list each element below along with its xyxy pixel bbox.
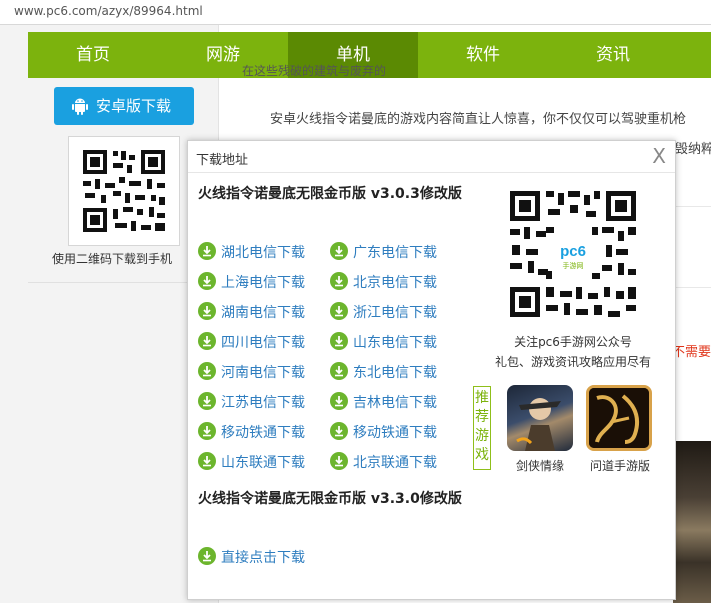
download-icon — [198, 392, 216, 410]
download-icon — [330, 362, 348, 380]
download-link-label: 东北电信下载 — [353, 365, 437, 381]
download-link-label: 河南电信下载 — [221, 365, 305, 381]
download-link-label: 北京联通下载 — [353, 455, 437, 471]
download-link[interactable]: 移动铁通下载 — [330, 422, 437, 444]
game-description: 安卓火线指令诺曼底的游戏内容简直让人惊喜，你不仅仅可以驾驶重机枪 — [270, 112, 687, 127]
download-icon — [330, 452, 348, 470]
dialog-title: 下载地址 — [196, 153, 249, 168]
download-icon — [198, 272, 216, 290]
download-icon — [198, 422, 216, 440]
download-link-label: 湖南电信下载 — [221, 305, 305, 321]
game-screenshot — [673, 441, 711, 603]
download-icon — [330, 302, 348, 320]
download-icon — [330, 422, 348, 440]
download-link[interactable]: 广东电信下载 — [330, 242, 437, 264]
sidebar-qr-code — [68, 136, 180, 246]
nav-item-software[interactable]: 软件 — [418, 32, 548, 78]
download-link[interactable]: 北京电信下载 — [330, 272, 437, 294]
download-icon — [198, 362, 216, 380]
content-divider — [675, 206, 711, 207]
game-name[interactable]: 问道手游版 — [580, 457, 660, 474]
download-link-label: 江苏电信下载 — [221, 395, 305, 411]
download-link-label: 吉林电信下载 — [353, 395, 437, 411]
download-link[interactable]: 江苏电信下载 — [198, 392, 305, 414]
download-icon — [198, 547, 216, 565]
download-link-label: 上海电信下载 — [221, 275, 305, 291]
download-link[interactable]: 移动铁通下载 — [198, 422, 305, 444]
download-link-label: 山东联通下载 — [221, 455, 305, 471]
download-link[interactable]: 山东电信下载 — [330, 332, 437, 354]
game-icon-jianxia[interactable] — [507, 385, 573, 451]
android-icon — [72, 98, 88, 115]
recommend-label: 推荐游戏 — [473, 386, 491, 470]
download-icon — [198, 452, 216, 470]
download-link[interactable]: 湖北电信下载 — [198, 242, 305, 264]
download-link[interactable]: 湖南电信下载 — [198, 302, 305, 324]
download-link[interactable]: 河南电信下载 — [198, 362, 305, 384]
download-link-label: 四川电信下载 — [221, 335, 305, 351]
download-link-label: 山东电信下载 — [353, 335, 437, 351]
version-title: 火线指令诺曼底无限金币版 v3.3.0修改版 — [198, 491, 462, 507]
android-download-label: 安卓版下载 — [96, 97, 172, 115]
browser-address-bar[interactable]: www.pc6.com/azyx/89964.html — [0, 0, 711, 25]
download-icon — [330, 392, 348, 410]
direct-download-link[interactable]: 直接点击下载 — [198, 547, 305, 569]
download-link[interactable]: 东北电信下载 — [330, 362, 437, 384]
game-description-tail: 毁纳粹 — [675, 142, 711, 157]
game-name[interactable]: 剑侠情缘 — [500, 457, 580, 474]
download-icon — [198, 302, 216, 320]
qr-logo-subtext: 手游网 — [563, 261, 584, 270]
download-link-label: 北京电信下载 — [353, 275, 437, 291]
download-link-label: 浙江电信下载 — [353, 305, 437, 321]
qr-logo-text: pc6 — [560, 243, 586, 260]
content-fragment-top: 在这些残破的建筑与废弃的 — [242, 64, 387, 78]
game-icon-wendao[interactable] — [586, 385, 652, 451]
wechat-qr-code: pc6 手游网 — [506, 187, 640, 321]
download-link[interactable]: 北京联通下载 — [330, 452, 437, 474]
dialog-header: 下载地址 X — [188, 141, 675, 173]
android-download-button[interactable]: 安卓版下载 — [54, 87, 194, 125]
download-link[interactable]: 吉林电信下载 — [330, 392, 437, 414]
download-link-label: 移动铁通下载 — [221, 425, 305, 441]
download-link[interactable]: 浙江电信下载 — [330, 302, 437, 324]
follow-subtext: 礼包、游戏资讯攻略应用尽有 — [494, 355, 651, 369]
download-link[interactable]: 上海电信下载 — [198, 272, 305, 294]
follow-text: 关注pc6手游网公众号 — [514, 335, 632, 349]
download-icon — [198, 242, 216, 260]
download-link[interactable]: 四川电信下载 — [198, 332, 305, 354]
download-link[interactable]: 山东联通下载 — [198, 452, 305, 474]
download-dialog: 下载地址 X 火线指令诺曼底无限金币版 v3.0.3修改版 湖北电信下载 上海电信… — [187, 140, 676, 600]
content-divider — [675, 287, 711, 288]
url-text[interactable]: www.pc6.com/azyx/89964.html — [14, 4, 203, 18]
download-icon — [198, 332, 216, 350]
nav-item-news[interactable]: 资讯 — [548, 32, 678, 78]
download-icon — [330, 272, 348, 290]
version-title: 火线指令诺曼底无限金币版 v3.0.3修改版 — [198, 186, 462, 202]
close-icon[interactable]: X — [652, 144, 666, 168]
download-link-label: 广东电信下载 — [353, 245, 437, 261]
nav-item-home[interactable]: 首页 — [28, 32, 158, 78]
direct-download-label: 直接点击下载 — [221, 550, 305, 566]
content-red-fragment: 不需要 — [672, 345, 711, 360]
download-icon — [330, 242, 348, 260]
download-icon — [330, 332, 348, 350]
download-link-label: 移动铁通下载 — [353, 425, 437, 441]
download-link-label: 湖北电信下载 — [221, 245, 305, 261]
